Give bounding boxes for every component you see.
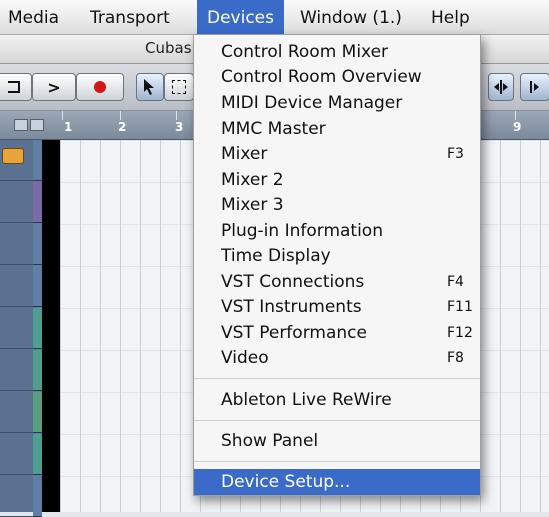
menu-item-mixer-2[interactable]: Mixer 2 <box>194 167 480 193</box>
menu-help[interactable]: Help <box>431 0 470 34</box>
record-icon <box>94 81 106 93</box>
menu-item-mmc-master[interactable]: MMC Master <box>194 116 480 142</box>
ruler-label: 2 <box>118 120 127 134</box>
menu-item-label: VST Instruments <box>221 297 362 317</box>
cycle-icon <box>8 81 20 93</box>
cycle-button[interactable] <box>0 73 32 101</box>
menu-item-label: Control Room Overview <box>221 67 422 87</box>
menu-item-ableton-live-rewire[interactable]: Ableton Live ReWire <box>194 387 480 413</box>
track-color-strip <box>33 140 42 517</box>
menu-separator <box>194 461 480 462</box>
track-color <box>33 434 42 475</box>
menu-bar: Media Transport Devices Window (1.) Help <box>0 0 549 35</box>
play-icon: > <box>47 77 61 97</box>
menu-item-mixer-3[interactable]: Mixer 3 <box>194 192 480 218</box>
menu-item-video[interactable]: Video F8 <box>194 345 480 371</box>
menu-item-label: Video <box>221 348 269 368</box>
menu-item-label: Ableton Live ReWire <box>221 390 392 410</box>
menu-item-label: Mixer 3 <box>221 195 284 215</box>
shortcut-label: F4 <box>447 274 464 290</box>
menu-window[interactable]: Window (1.) <box>300 0 402 34</box>
ruler-label: 1 <box>64 120 73 134</box>
play-button[interactable]: > <box>32 73 76 101</box>
menu-separator <box>194 378 480 379</box>
menu-item-plugin-information[interactable]: Plug-in Information <box>194 218 480 244</box>
menu-item-label: MIDI Device Manager <box>221 93 403 113</box>
track-row[interactable] <box>0 266 33 307</box>
shortcut-label: F11 <box>447 299 473 315</box>
collapse-icon <box>30 119 44 131</box>
range-select-icon <box>172 80 186 94</box>
track-color <box>33 224 42 265</box>
menu-item-label: MMC Master <box>221 119 326 139</box>
ruler-tick <box>515 111 516 120</box>
snap-button[interactable] <box>488 73 514 101</box>
menu-item-label: Control Room Mixer <box>221 42 389 62</box>
menu-item-time-display[interactable]: Time Display <box>194 243 480 269</box>
track-color <box>33 308 42 349</box>
menu-separator <box>194 420 480 421</box>
shortcut-label: F3 <box>447 146 464 162</box>
track-record-toggle[interactable] <box>2 148 24 164</box>
shortcut-label: F12 <box>447 325 473 341</box>
menu-item-mixer[interactable]: Mixer F3 <box>194 141 480 167</box>
track-meter-strip <box>42 140 60 512</box>
menu-item-show-panel[interactable]: Show Panel <box>194 428 480 454</box>
track-row[interactable] <box>0 350 33 391</box>
track-color <box>33 392 42 433</box>
window-title: Cubas <box>145 39 192 57</box>
snap-type-button[interactable] <box>520 73 549 101</box>
shortcut-label: F8 <box>447 350 464 366</box>
menu-item-label: Device Setup... <box>221 472 351 492</box>
ruler-label: 9 <box>513 120 522 134</box>
track-color <box>33 350 42 391</box>
track-row[interactable] <box>0 182 33 223</box>
menu-item-device-setup[interactable]: Device Setup... <box>194 469 480 495</box>
track-color <box>33 266 42 307</box>
track-color <box>33 182 42 223</box>
arrow-cursor-icon <box>144 79 154 95</box>
menu-item-label: VST Connections <box>221 272 365 292</box>
menu-transport[interactable]: Transport <box>90 0 170 34</box>
ruler-label: 3 <box>175 120 184 134</box>
menu-item-label: VST Performance <box>221 323 367 343</box>
track-row[interactable] <box>0 308 33 349</box>
track-row[interactable] <box>0 392 33 433</box>
menu-item-label: Mixer <box>221 144 268 164</box>
record-button[interactable] <box>76 73 124 101</box>
track-color <box>33 140 42 181</box>
track-color <box>33 476 42 517</box>
track-list <box>0 140 33 517</box>
ruler-tick <box>62 111 63 120</box>
snap-type-icon <box>530 81 539 93</box>
menu-item-midi-device-manager[interactable]: MIDI Device Manager <box>194 90 480 116</box>
menu-item-label: Mixer 2 <box>221 170 284 190</box>
menu-item-label: Time Display <box>221 246 331 266</box>
menu-item-label: Plug-in Information <box>221 221 383 241</box>
track-row[interactable] <box>0 224 33 265</box>
track-row[interactable] <box>0 434 33 475</box>
range-select-tool[interactable] <box>164 73 194 101</box>
menu-media[interactable]: Media <box>8 0 59 34</box>
track-row[interactable] <box>0 476 33 517</box>
menu-item-vst-performance[interactable]: VST Performance F12 <box>194 320 480 346</box>
object-select-tool[interactable] <box>136 73 164 101</box>
menu-item-label: Show Panel <box>221 431 319 451</box>
zoom-icon <box>14 119 28 131</box>
menu-devices[interactable]: Devices <box>197 0 284 34</box>
menu-item-vst-instruments[interactable]: VST Instruments F11 <box>194 294 480 320</box>
track-list-controls[interactable] <box>14 119 44 131</box>
snap-icon <box>494 80 508 94</box>
ruler-tick <box>120 111 121 120</box>
devices-menu: Control Room Mixer Control Room Overview… <box>193 34 481 496</box>
menu-item-control-room-mixer[interactable]: Control Room Mixer <box>194 39 480 65</box>
ruler-tick <box>176 111 177 120</box>
menu-item-control-room-overview[interactable]: Control Room Overview <box>194 64 480 90</box>
menu-item-vst-connections[interactable]: VST Connections F4 <box>194 269 480 295</box>
